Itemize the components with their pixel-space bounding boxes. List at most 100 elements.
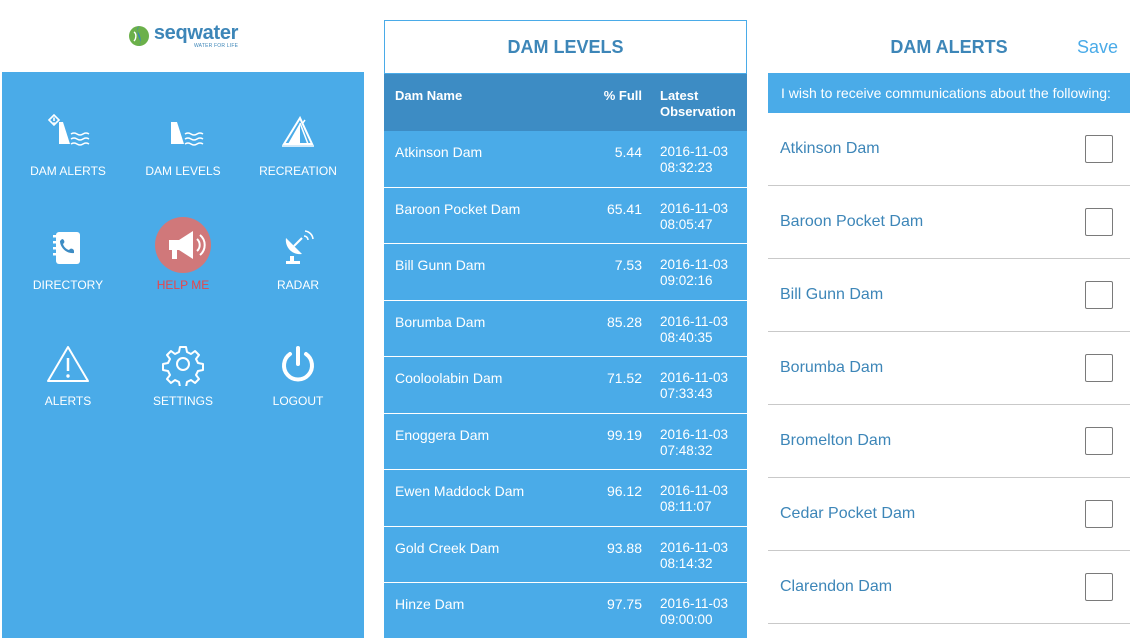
table-row[interactable]: Bill Gunn Dam 7.53 2016-11-03 09:02:16	[384, 244, 747, 301]
dam-alert-checkbox[interactable]	[1085, 281, 1113, 309]
list-item[interactable]: Borumba Dam	[768, 332, 1130, 405]
recreation-tile[interactable]: RECREATION	[238, 106, 358, 206]
pct-full-cell: 96.12	[606, 483, 642, 499]
observation-time: 08:11:07	[660, 499, 712, 514]
dam-alert-checkbox[interactable]	[1085, 500, 1113, 528]
logo-tagline: WATER FOR LIFE	[193, 43, 239, 49]
dam-alert-name: Cedar Pocket Dam	[780, 505, 916, 522]
observation-date: 2016-11-03	[660, 200, 729, 216]
recreation-icon	[268, 106, 328, 162]
dam-alert-name: Clarendon Dam	[780, 578, 893, 595]
dam-levels-tile[interactable]: DAM LEVELS	[123, 106, 243, 206]
observation-date: 2016-11-03	[660, 426, 729, 442]
dam-name-cell: Baroon Pocket Dam	[395, 200, 521, 217]
dam-name-cell: Ewen Maddock Dam	[395, 483, 525, 499]
observation-cell: 2016-11-03 07:48:32	[649, 414, 747, 470]
observation-time: 08:32:23	[660, 160, 713, 175]
radar-tile[interactable]: RADAR	[238, 220, 358, 320]
alerts-tile[interactable]: ALERTS	[8, 336, 128, 436]
pct-full-cell: 7.53	[614, 257, 642, 273]
list-item[interactable]: Bill Gunn Dam	[768, 259, 1130, 332]
list-item[interactable]: Baroon Pocket Dam	[768, 186, 1130, 259]
dam-alerts-tile[interactable]: DAM ALERTS	[8, 106, 128, 206]
pct-full-cell: 65.41	[606, 200, 642, 217]
alerts-label: ALERTS	[44, 394, 92, 408]
table-row[interactable]: Cooloolabin Dam 71.52 2016-11-03 07:33:43	[384, 357, 747, 414]
radar-label: RADAR	[276, 278, 319, 292]
dam-name-cell: Borumba Dam	[395, 313, 486, 330]
warning-triangle-icon	[38, 336, 98, 392]
observation-date: 2016-11-03	[660, 313, 729, 329]
dam-levels-label: DAM LEVELS	[145, 164, 221, 178]
observation-date: 2016-11-03	[660, 596, 729, 611]
list-item[interactable]: Bromelton Dam	[768, 405, 1130, 478]
help-me-label: HELP ME	[156, 278, 210, 292]
column-pct-full[interactable]: % Full	[584, 74, 649, 131]
dam-alert-checkbox[interactable]	[1085, 354, 1113, 382]
list-item[interactable]: Cedar Pocket Dam	[768, 478, 1130, 551]
dam-alert-checkbox[interactable]	[1085, 573, 1113, 601]
directory-tile[interactable]: DIRECTORY	[8, 220, 128, 320]
alerts-intro-text: I wish to receive communications about t…	[768, 73, 1130, 113]
dam-alerts-header: DAM ALERTS Save	[768, 20, 1130, 73]
observation-cell: 2016-11-03 09:02:16	[649, 244, 747, 300]
dam-alert-name: Atkinson Dam	[780, 140, 880, 157]
dam-levels-header: DAM LEVELS	[384, 20, 747, 74]
gear-icon	[153, 336, 213, 392]
dam-levels-screen: DAM LEVELS Dam Name % Full Latest Observ…	[384, 20, 747, 638]
dam-alert-checkbox[interactable]	[1085, 208, 1113, 236]
recreation-label: RECREATION	[259, 164, 337, 178]
power-icon	[268, 336, 328, 392]
dam-levels-table: Atkinson Dam 5.44 2016-11-03 08:32:23 Bar…	[384, 131, 747, 638]
megaphone-icon	[153, 214, 213, 276]
pct-full-cell: 5.44	[614, 144, 642, 160]
dam-alerts-label: DAM ALERTS	[30, 164, 106, 178]
observation-date: 2016-11-03	[660, 483, 729, 498]
help-me-tile[interactable]: HELP ME	[123, 214, 243, 314]
page-title: DAM ALERTS	[890, 37, 1008, 57]
dam-alert-list: Atkinson Dam Baroon Pocket Dam Bill Gunn…	[768, 113, 1130, 624]
observation-time: 08:40:35	[660, 329, 713, 345]
directory-phone-icon	[38, 220, 98, 276]
list-item[interactable]: Clarendon Dam	[768, 551, 1130, 624]
seqwater-logo: seqwater WATER FOR LIFE	[128, 23, 238, 49]
table-row[interactable]: Enoggera Dam 99.19 2016-11-03 07:48:32	[384, 414, 747, 470]
settings-tile[interactable]: SETTINGS	[123, 336, 243, 436]
pct-full-cell: 71.52	[606, 370, 642, 386]
dam-alert-checkbox[interactable]	[1085, 135, 1113, 163]
pct-full-cell: 99.19	[606, 426, 642, 443]
list-item[interactable]: Atkinson Dam	[768, 113, 1130, 186]
column-dam-name[interactable]: Dam Name	[384, 74, 584, 131]
dam-name-cell: Hinze Dam	[395, 596, 465, 612]
logo-bar: seqwater WATER FOR LIFE	[2, 0, 364, 72]
observation-cell: 2016-11-03 08:11:07	[649, 470, 747, 526]
table-row[interactable]: Gold Creek Dam 93.88 2016-11-03 08:14:32	[384, 527, 747, 583]
pct-full-cell: 85.28	[606, 313, 642, 330]
dam-alert-name: Bill Gunn Dam	[780, 286, 884, 303]
dam-alert-checkbox[interactable]	[1085, 427, 1113, 455]
radar-dish-icon	[268, 220, 328, 276]
column-latest-observation[interactable]: Latest Observation	[649, 74, 747, 131]
pct-full-cell: 93.88	[606, 539, 642, 556]
dam-alert-icon	[38, 106, 98, 162]
observation-cell: 2016-11-03 07:33:43	[649, 357, 747, 413]
dam-alert-name: Baroon Pocket Dam	[780, 213, 924, 230]
observation-cell: 2016-11-03 08:05:47	[649, 188, 747, 244]
observation-time: 09:02:16	[660, 273, 713, 288]
home-screen: seqwater WATER FOR LIFE DAM ALERTS DAM L…	[2, 0, 364, 638]
dam-alert-name: Bromelton Dam	[780, 432, 892, 449]
page-title: DAM LEVELS	[507, 36, 624, 57]
observation-time: 08:14:32	[660, 555, 713, 571]
save-button[interactable]: Save	[1077, 37, 1118, 58]
settings-label: SETTINGS	[152, 394, 213, 408]
table-row[interactable]: Baroon Pocket Dam 65.41 2016-11-03 08:05:…	[384, 188, 747, 244]
logout-tile[interactable]: LOGOUT	[238, 336, 358, 436]
table-row[interactable]: Atkinson Dam 5.44 2016-11-03 08:32:23	[384, 131, 747, 188]
table-row[interactable]: Ewen Maddock Dam 96.12 2016-11-03 08:11:0…	[384, 470, 747, 527]
logo-word: seqwater	[153, 22, 239, 44]
table-row[interactable]: Borumba Dam 85.28 2016-11-03 08:40:35	[384, 301, 747, 357]
table-row[interactable]: Hinze Dam 97.75 2016-11-03 09:00:00	[384, 583, 747, 638]
observation-date: 2016-11-03	[660, 257, 729, 272]
observation-cell: 2016-11-03 08:14:32	[649, 527, 747, 583]
dam-name-cell: Bill Gunn Dam	[395, 257, 486, 273]
